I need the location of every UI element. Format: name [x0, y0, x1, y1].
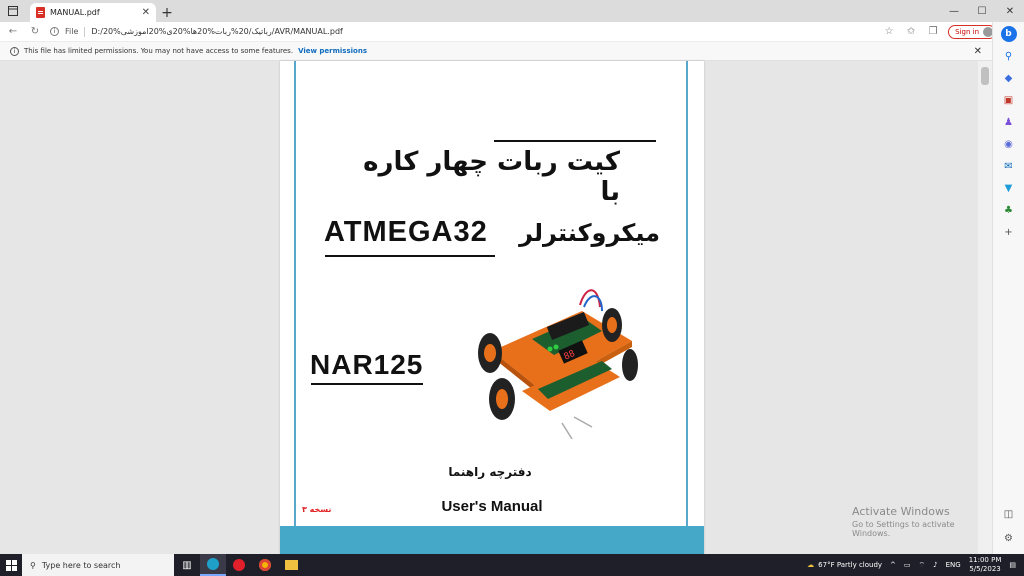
opera-taskbar-button[interactable] — [226, 554, 252, 576]
address-toolbar: ← ↻ i File D:/20%رباتیک/20%ربات%20ها%20ی… — [0, 22, 1024, 42]
office-icon[interactable]: ◉ — [1001, 136, 1017, 152]
window-controls: — ☐ ✕ — [940, 0, 1024, 22]
split-screen-icon[interactable]: ◫ — [1001, 506, 1017, 522]
taskbar-apps: ▥ — [174, 554, 304, 576]
robot-photo: 88 — [478, 289, 638, 439]
start-button[interactable] — [0, 554, 22, 576]
model-underline — [311, 383, 423, 385]
edge-taskbar-button[interactable] — [200, 554, 226, 576]
url-separator — [84, 26, 86, 37]
sign-in-label: Sign in — [955, 27, 979, 36]
drop-icon[interactable]: ▼ — [1001, 180, 1017, 196]
tab-manual-pdf[interactable]: MANUAL.pdf ✕ — [30, 3, 156, 22]
clock-time: 11:00 PM — [968, 556, 1002, 564]
collections-icon: ❐ — [928, 26, 938, 37]
notice-close-button[interactable]: ✕ — [974, 46, 982, 57]
task-view-button[interactable]: ▥ — [174, 554, 200, 576]
outlook-icon[interactable]: ✉ — [1001, 158, 1017, 174]
chrome-taskbar-button[interactable] — [252, 554, 278, 576]
scrollbar-thumb[interactable] — [981, 67, 989, 85]
site-info-icon[interactable]: i — [50, 27, 59, 36]
close-window-button[interactable]: ✕ — [996, 0, 1024, 22]
page-bottom-band — [280, 526, 704, 554]
pdf-icon — [36, 7, 45, 18]
activate-line2: Go to Settings to activate Windows. — [852, 520, 955, 538]
search-icon[interactable]: ⚲ — [1001, 48, 1017, 64]
refresh-icon: ↻ — [30, 26, 40, 37]
tab-actions-icon — [8, 6, 18, 16]
persian-manual-label: دفترچه راهنما — [448, 465, 532, 479]
model-name: NAR125 — [310, 349, 424, 380]
view-permissions-link[interactable]: View permissions — [298, 47, 367, 55]
url-path: D:/20%رباتیک/20%ربات%20ها%20ی%20اموزشی/A… — [91, 27, 343, 36]
clock[interactable]: 11:00 PM 5/5/2023 — [969, 556, 1002, 574]
taskbar-search[interactable]: ⚲ Type here to search — [22, 554, 174, 576]
url-scheme: File — [65, 27, 79, 36]
chip-name: ATMEGA32 — [324, 216, 488, 248]
vertical-scrollbar[interactable] — [978, 61, 992, 554]
back-button[interactable]: ← — [6, 25, 20, 39]
notifications-icon[interactable]: ▤ — [1009, 561, 1016, 569]
activate-windows-watermark: Activate Windows Go to Settings to activ… — [852, 505, 992, 538]
address-bar[interactable]: i File D:/20%رباتیک/20%ربات%20ها%20ی%20ا… — [50, 24, 874, 40]
collections-button[interactable]: ❐ — [926, 25, 940, 39]
folder-icon — [284, 560, 298, 570]
edge-icon — [207, 558, 219, 570]
games-icon[interactable]: ♟ — [1001, 114, 1017, 130]
new-tab-button[interactable]: + — [156, 3, 178, 22]
minimize-button[interactable]: — — [940, 0, 968, 22]
star-add-icon: ☆ — [884, 26, 894, 37]
permissions-notice: i This file has limited permissions. You… — [0, 42, 992, 61]
opera-icon — [233, 559, 245, 571]
tab-actions-button[interactable] — [0, 0, 26, 22]
favorites-button[interactable]: ✩ — [904, 25, 918, 39]
settings-gear-icon[interactable]: ⚙ — [1001, 530, 1017, 546]
info-icon: i — [10, 46, 19, 56]
arrow-left-icon: ← — [8, 26, 18, 37]
weather-widget[interactable]: ☁ 67°F Partly cloudy — [807, 561, 882, 569]
notice-message: This file has limited permissions. You m… — [24, 47, 294, 55]
task-view-icon: ▥ — [182, 559, 192, 571]
lang-indicator[interactable]: ENG — [946, 561, 961, 569]
battery-icon[interactable]: ▭ — [904, 561, 911, 569]
chip-underline — [325, 255, 495, 257]
shopping-tag-icon[interactable]: ◆ — [1001, 70, 1017, 86]
favorites-icon: ✩ — [906, 26, 916, 37]
tab-strip: MANUAL.pdf ✕ + — ☐ ✕ — [0, 0, 1024, 22]
weather-icon: ☁ — [807, 561, 815, 569]
add-icon[interactable]: + — [1001, 224, 1017, 240]
users-manual-label: User's Manual — [441, 498, 543, 515]
toolbox-icon[interactable]: ▣ — [1001, 92, 1017, 108]
volume-icon[interactable]: ♪ — [933, 561, 937, 569]
version-label: نسخه ۳ — [302, 505, 332, 514]
weather-text: 67°F Partly cloudy — [818, 561, 883, 569]
network-icon[interactable]: ⌔ — [919, 561, 926, 570]
favorite-button[interactable]: ☆ — [882, 25, 896, 39]
tab-title: MANUAL.pdf — [50, 8, 100, 17]
pdf-page: کیت ربات چهار کاره با میکروکنترلر ATMEGA… — [280, 61, 704, 554]
persian-microcontroller: میکروکنترلر — [519, 219, 660, 247]
sidebar-bottom: ◫ ⚙ — [1001, 506, 1017, 546]
tab-close-button[interactable]: ✕ — [142, 7, 150, 18]
search-placeholder: Type here to search — [41, 560, 121, 570]
system-tray: ☁ 67°F Partly cloudy ^ ▭ ⌔ ♪ ENG 11:00 P… — [807, 556, 1024, 574]
page-border-left — [294, 61, 296, 526]
bing-chat-icon[interactable]: b — [1000, 26, 1017, 42]
clock-date: 5/5/2023 — [969, 565, 1001, 573]
windows-taskbar: ⚲ Type here to search ▥ ☁ 67°F Partly cl… — [0, 554, 1024, 576]
refresh-button[interactable]: ↻ — [28, 25, 42, 39]
tray-chevron-icon[interactable]: ^ — [890, 561, 896, 569]
file-explorer-button[interactable] — [278, 554, 304, 576]
title-rule-top — [494, 140, 656, 142]
pdf-viewer: کیت ربات چهار کاره با میکروکنترلر ATMEGA… — [0, 61, 992, 554]
activate-line1: Activate Windows — [852, 505, 950, 518]
chrome-icon — [259, 559, 271, 571]
maximize-button[interactable]: ☐ — [968, 0, 996, 22]
search-icon: ⚲ — [30, 560, 36, 570]
edge-sidebar: b ⚲ ◆ ▣ ♟ ◉ ✉ ▼ ♣ + ◫ ⚙ — [992, 22, 1024, 554]
persian-title: کیت ربات چهار کاره با — [363, 147, 620, 207]
page-border-right — [686, 61, 688, 526]
sign-in-button[interactable]: Sign in — [948, 24, 996, 39]
tree-icon[interactable]: ♣ — [1001, 202, 1017, 218]
